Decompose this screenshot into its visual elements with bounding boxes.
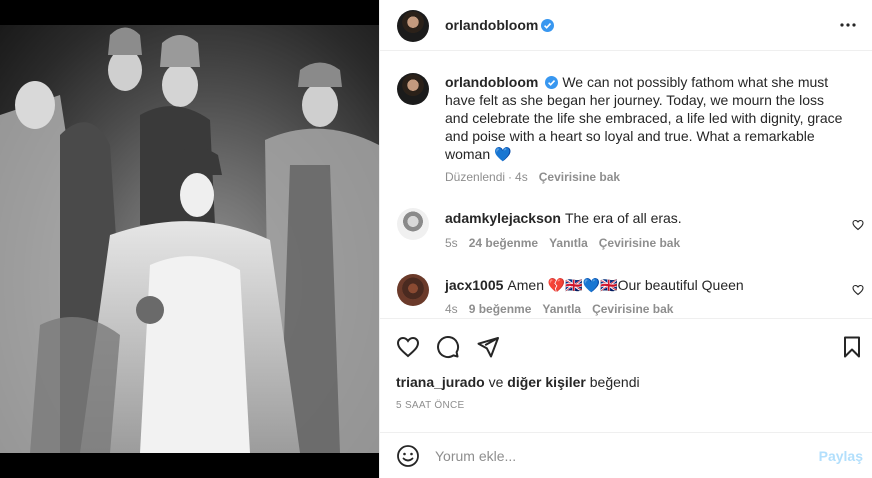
post-photo[interactable] — [0, 25, 379, 453]
coronation-photo-illustration — [0, 25, 379, 453]
comment-username[interactable]: jacx1005 — [445, 277, 503, 293]
post-timestamp[interactable]: 5 SAAT ÖNCE — [396, 400, 465, 411]
post-header: orlandobloom — [380, 0, 872, 51]
comment-input[interactable] — [435, 445, 805, 467]
share-comment-button[interactable]: Paylaş — [819, 448, 863, 464]
author-avatar[interactable] — [397, 10, 429, 42]
comment-avatar[interactable] — [397, 208, 429, 240]
comment-like-heart-icon[interactable] — [852, 219, 864, 231]
comment-body: The era of all eras. — [564, 210, 682, 226]
caption-meta: Düzenlendi · 4s Çevirisine bak — [445, 170, 621, 184]
post-media-pane — [0, 0, 379, 478]
verified-badge-icon — [545, 76, 559, 89]
post-action-bar — [380, 318, 872, 370]
comment-avatar[interactable] — [397, 274, 429, 306]
comment-text: adamkylejackson The era of all eras. — [445, 209, 682, 227]
caption-translate-link[interactable]: Çevirisine bak — [539, 170, 620, 184]
post-side-panel: orlandobloom orlandobloom We can not poss… — [379, 0, 872, 478]
comment-likes[interactable]: 24 beğenme — [469, 236, 538, 250]
comment-icon[interactable] — [436, 335, 460, 359]
comment-time[interactable]: 5s — [445, 236, 458, 250]
reply-button[interactable]: Yanıtla — [542, 302, 581, 316]
comment-username[interactable]: adamkylejackson — [445, 210, 561, 226]
comment-translate-link[interactable]: Çevirisine bak — [599, 236, 680, 250]
comment-time[interactable]: 4s — [445, 302, 458, 316]
likes-others-link[interactable]: diğer kişiler — [507, 374, 586, 390]
caption-author-avatar[interactable] — [397, 73, 429, 105]
comment-like-heart-icon[interactable] — [852, 284, 864, 296]
more-options-icon[interactable] — [839, 17, 857, 33]
bookmark-icon[interactable] — [840, 335, 864, 359]
caption-time[interactable]: 4s — [515, 170, 528, 184]
reply-button[interactable]: Yanıtla — [549, 236, 588, 250]
likes-suffix: beğendi — [589, 374, 640, 390]
comment-meta: 4s 9 beğenme Yanıtla Çevirisine bak — [445, 302, 684, 316]
paper-plane-icon[interactable] — [476, 335, 500, 359]
likes-first-user[interactable]: triana_jurado — [396, 374, 485, 390]
comment-translate-link[interactable]: Çevirisine bak — [592, 302, 673, 316]
caption-text: orlandobloom We can not possibly fathom w… — [445, 73, 850, 163]
likes-connector: ve — [488, 374, 504, 390]
comment-body: Amen 💔🇬🇧💙🇬🇧Our beautiful Queen — [507, 277, 744, 293]
likes-summary: triana_jurado ve diğer kişiler beğendi — [396, 374, 640, 390]
comment-likes[interactable]: 9 beğenme — [469, 302, 532, 316]
author-username[interactable]: orlandobloom — [445, 17, 538, 33]
verified-badge-icon — [541, 19, 555, 32]
caption-edited-label: Düzenlendi — [445, 170, 506, 184]
add-comment-bar: Paylaş — [380, 432, 872, 478]
caption-author-username[interactable]: orlandobloom — [445, 74, 538, 90]
heart-icon[interactable] — [396, 335, 420, 359]
author-username-row: orlandobloom — [445, 17, 555, 33]
comment-meta: 5s 24 beğenme Yanıtla Çevirisine bak — [445, 236, 691, 250]
comment-text: jacx1005 Amen 💔🇬🇧💙🇬🇧Our beautiful Queen — [445, 276, 744, 294]
emoji-icon[interactable] — [396, 444, 420, 468]
